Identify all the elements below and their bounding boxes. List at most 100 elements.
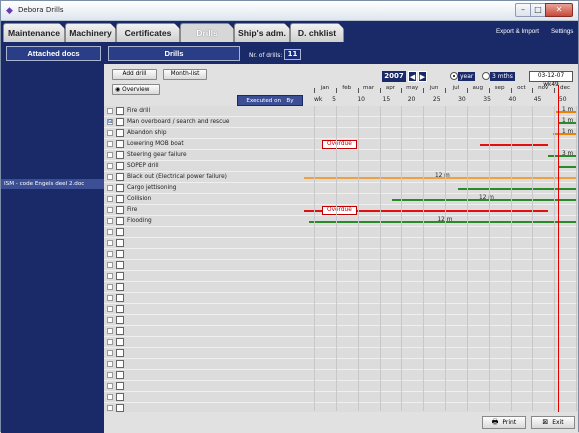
attachment-checkbox[interactable] — [107, 207, 113, 213]
drill-row[interactable]: ⊡ Man overboard / search and rescue — [104, 117, 578, 128]
drill-checkbox[interactable] — [116, 250, 124, 258]
tab-machinery[interactable]: Machinery — [65, 23, 116, 42]
drill-row[interactable]: SOPEP drill — [104, 161, 578, 172]
year-radio[interactable] — [450, 72, 458, 80]
close-button[interactable]: ✕ — [545, 3, 573, 17]
empty-row[interactable] — [104, 260, 578, 271]
attachment-checkbox[interactable] — [107, 306, 113, 312]
tab-label: Drills — [196, 28, 218, 38]
empty-row[interactable] — [104, 293, 578, 304]
attachment-checkbox[interactable] — [107, 339, 113, 345]
drill-checkbox[interactable] — [116, 349, 124, 357]
drill-checkbox[interactable] — [116, 118, 124, 126]
attachment-checkbox[interactable] — [107, 394, 113, 400]
empty-row[interactable] — [104, 337, 578, 348]
next-year-button[interactable]: ▶ — [418, 71, 427, 82]
attachment-checkbox[interactable] — [107, 240, 113, 246]
three-months-radio[interactable] — [482, 72, 490, 80]
maximize-button[interactable]: □ — [530, 3, 546, 17]
drill-checkbox[interactable] — [116, 316, 124, 324]
attachment-checkbox[interactable] — [107, 350, 113, 356]
drill-checkbox[interactable] — [116, 195, 124, 203]
attachment-checkbox[interactable] — [107, 383, 113, 389]
drill-checkbox[interactable] — [116, 140, 124, 148]
overview-button[interactable]: ◉ Overview — [112, 84, 160, 95]
settings-link[interactable]: Settings — [551, 28, 573, 35]
attachment-checkbox[interactable] — [107, 174, 113, 180]
attachment-checkbox[interactable] — [107, 152, 113, 158]
month-list-button[interactable]: Month-list — [163, 69, 207, 80]
drill-checkbox[interactable] — [116, 393, 124, 401]
drill-checkbox[interactable] — [116, 360, 124, 368]
attachment-checkbox[interactable]: ⊡ — [107, 119, 113, 125]
drill-checkbox[interactable] — [116, 173, 124, 181]
drill-checkbox[interactable] — [116, 371, 124, 379]
drill-row[interactable]: Abandon ship — [104, 128, 578, 139]
attachment-checkbox[interactable] — [107, 185, 113, 191]
drill-checkbox[interactable] — [116, 327, 124, 335]
attachment-checkbox[interactable] — [107, 108, 113, 114]
attachment-checkbox[interactable] — [107, 251, 113, 257]
drill-row[interactable]: Steering gear failure — [104, 150, 578, 161]
drill-checkbox[interactable] — [116, 129, 124, 137]
drill-checkbox[interactable] — [116, 206, 124, 214]
drill-checkbox[interactable] — [116, 404, 124, 412]
tab-d-chklist[interactable]: D. chklist — [290, 23, 344, 42]
attachment-checkbox[interactable] — [107, 361, 113, 367]
attachment-checkbox[interactable] — [107, 141, 113, 147]
empty-row[interactable] — [104, 227, 578, 238]
empty-row[interactable] — [104, 370, 578, 381]
attachment-checkbox[interactable] — [107, 372, 113, 378]
attachment-checkbox[interactable] — [107, 196, 113, 202]
drill-checkbox[interactable] — [116, 151, 124, 159]
attachment-checkbox[interactable] — [107, 262, 113, 268]
drill-checkbox[interactable] — [116, 239, 124, 247]
current-date-field[interactable]: 03-12-07 wk49 — [529, 71, 573, 88]
export-import-link[interactable]: Export & Import — [496, 28, 539, 35]
print-button[interactable]: 🖶 Print — [482, 416, 526, 429]
tab-certificates[interactable]: Certificates — [116, 23, 180, 42]
empty-row[interactable] — [104, 381, 578, 392]
attachment-checkbox[interactable] — [107, 295, 113, 301]
drill-checkbox[interactable] — [116, 294, 124, 302]
drill-checkbox[interactable] — [116, 272, 124, 280]
drill-checkbox[interactable] — [116, 162, 124, 170]
tab-drills[interactable]: Drills — [180, 23, 234, 42]
drill-checkbox[interactable] — [116, 261, 124, 269]
drill-checkbox[interactable] — [116, 283, 124, 291]
drill-checkbox[interactable] — [116, 217, 124, 225]
empty-row[interactable] — [104, 315, 578, 326]
attachment-checkbox[interactable] — [107, 229, 113, 235]
attached-doc-item[interactable]: ISM - code Engels deel 2.doc — [1, 179, 104, 189]
drill-row[interactable]: Fire drill — [104, 106, 578, 117]
exit-button[interactable]: ⊠ Exit — [531, 416, 575, 429]
empty-row[interactable] — [104, 249, 578, 260]
drill-checkbox[interactable] — [116, 305, 124, 313]
empty-row[interactable] — [104, 348, 578, 359]
attachment-checkbox[interactable] — [107, 328, 113, 334]
drill-checkbox[interactable] — [116, 382, 124, 390]
drill-checkbox[interactable] — [116, 107, 124, 115]
empty-row[interactable] — [104, 392, 578, 403]
drill-checkbox[interactable] — [116, 184, 124, 192]
empty-row[interactable] — [104, 304, 578, 315]
attachment-checkbox[interactable] — [107, 284, 113, 290]
attachment-checkbox[interactable] — [107, 163, 113, 169]
attachment-checkbox[interactable] — [107, 218, 113, 224]
empty-row[interactable] — [104, 359, 578, 370]
empty-row[interactable] — [104, 271, 578, 282]
previous-year-button[interactable]: ◀ — [408, 71, 417, 82]
add-drill-button[interactable]: Add drill — [112, 69, 157, 80]
attachment-checkbox[interactable] — [107, 130, 113, 136]
tab-maintenance[interactable]: Maintenance — [3, 23, 65, 42]
minimize-button[interactable]: – — [515, 3, 531, 17]
empty-row[interactable] — [104, 326, 578, 337]
attachment-checkbox[interactable] — [107, 317, 113, 323]
attachment-checkbox[interactable] — [107, 273, 113, 279]
empty-row[interactable] — [104, 282, 578, 293]
drill-checkbox[interactable] — [116, 338, 124, 346]
tab-ships-adm[interactable]: Ship's adm. — [234, 23, 290, 42]
drill-checkbox[interactable] — [116, 228, 124, 236]
attachment-checkbox[interactable] — [107, 405, 113, 411]
empty-row[interactable] — [104, 238, 578, 249]
